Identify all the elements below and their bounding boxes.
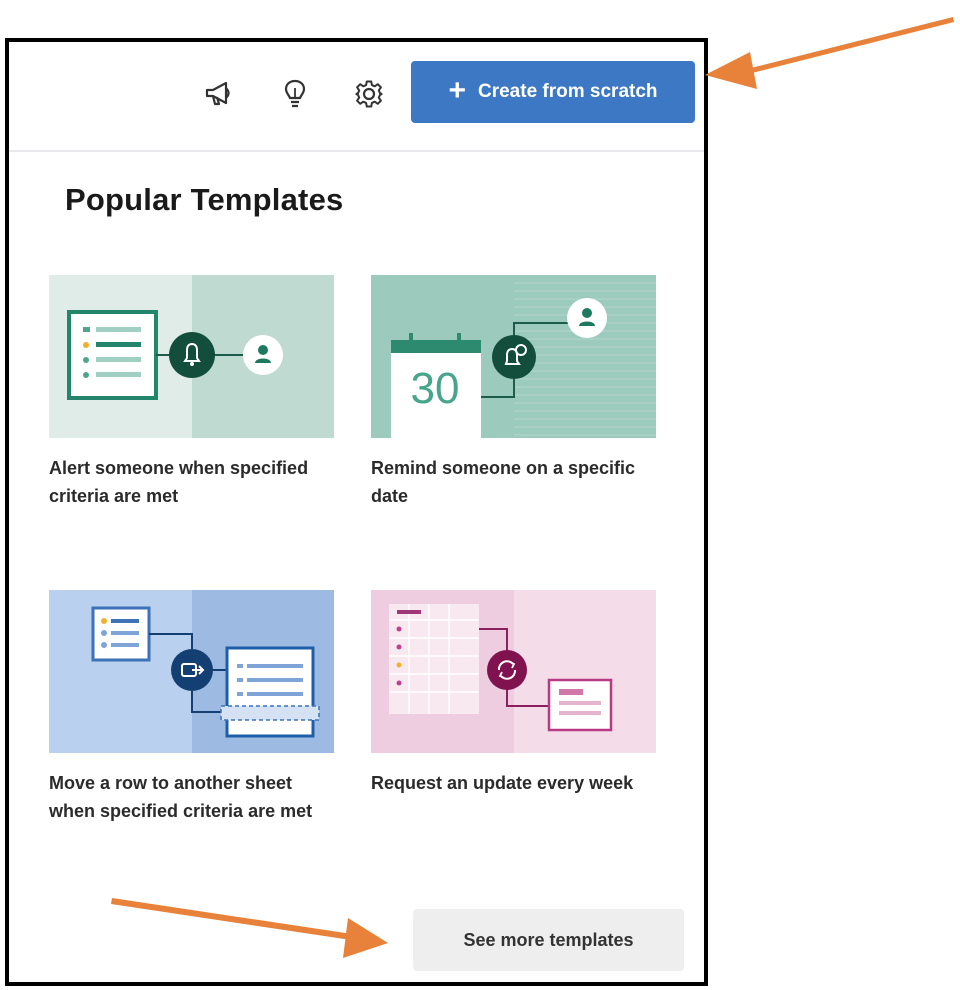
lightbulb-icon[interactable]	[277, 76, 313, 112]
request-update-illustration	[371, 590, 656, 753]
gear-icon[interactable]	[351, 76, 387, 112]
template-card-remind[interactable]: 30 Remind someone on a specific date	[371, 275, 656, 510]
alert-illustration	[49, 275, 334, 438]
create-button-label: Create from scratch	[478, 81, 658, 102]
arrow-icon	[705, 17, 954, 89]
template-label: Alert someone when specified criteria ar…	[49, 458, 309, 506]
see-more-label: See more templates	[463, 929, 634, 950]
remind-illustration: 30	[371, 275, 656, 438]
template-card-move-row[interactable]: Move a row to another sheet when specifi…	[49, 590, 334, 825]
template-label: Remind someone on a specific date	[371, 458, 636, 506]
plus-icon: +	[448, 74, 466, 107]
page-title: Popular Templates	[65, 182, 344, 217]
megaphone-icon[interactable]	[202, 76, 238, 112]
move-row-illustration	[49, 590, 334, 753]
calendar-icon: 30	[391, 333, 481, 438]
see-more-templates-button[interactable]: See more templates	[413, 909, 684, 971]
template-label: Request an update every week	[371, 773, 634, 793]
template-card-alert[interactable]: Alert someone when specified criteria ar…	[49, 275, 334, 510]
calendar-number: 30	[411, 364, 460, 413]
automation-panel: + Create from scratch Popular Templates …	[5, 38, 708, 986]
template-label: Move a row to another sheet when specifi…	[49, 773, 313, 821]
toolbar: + Create from scratch	[9, 42, 704, 152]
create-from-scratch-button[interactable]: + Create from scratch	[411, 61, 695, 123]
template-card-request-update[interactable]: Request an update every week	[371, 590, 656, 797]
